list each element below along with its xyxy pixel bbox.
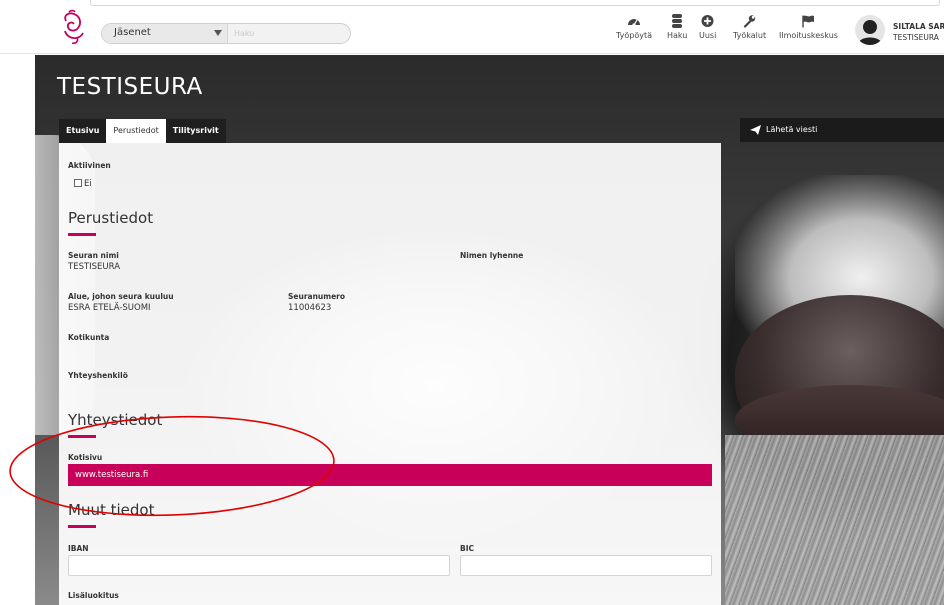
tab-tilitysrivit[interactable]: Tilitysrivit: [165, 119, 226, 143]
section-title-contact: Yhteystiedot: [68, 411, 163, 429]
search-bar: Jäsenet: [101, 23, 351, 44]
top-bar: Jäsenet Työpöytä Haku Uusi: [0, 0, 944, 54]
paper-plane-icon: [750, 125, 761, 135]
flag-icon: [802, 15, 814, 28]
avatar[interactable]: [855, 15, 885, 45]
page-title: TESTISEURA: [57, 74, 203, 100]
nav-search[interactable]: Haku: [667, 14, 687, 40]
nav-new[interactable]: Uusi: [699, 14, 716, 40]
search-scope-label: Jäsenet: [114, 27, 151, 38]
section-underline: [68, 435, 96, 438]
user-icon: [858, 20, 882, 45]
send-message-label: Lähetä viesti: [766, 125, 818, 134]
background-fur: [725, 435, 944, 605]
nav-label: Haku: [667, 31, 688, 40]
top-scroll-strip: [90, 0, 940, 6]
club-name-value: TESTISEURA: [68, 262, 121, 272]
iban-label: IBAN: [68, 544, 89, 553]
section-title-other: Muut tiedot: [68, 501, 155, 519]
abbreviation-label: Nimen lyhenne: [460, 251, 524, 260]
nav-notifications[interactable]: Ilmoituskeskus: [779, 14, 838, 40]
nav-label: Työkalut: [733, 31, 767, 40]
chevron-down-icon: [214, 30, 222, 36]
homepage-label: Kotisivu: [68, 453, 103, 462]
nav-tools[interactable]: Työkalut: [733, 14, 766, 40]
search-scope-select[interactable]: Jäsenet: [102, 24, 228, 43]
user-name[interactable]: SILTALA SARI: [893, 22, 944, 31]
tab-perustiedot[interactable]: Perustiedot: [106, 119, 166, 143]
tab-etusivu[interactable]: Etusivu: [59, 119, 107, 143]
municipality-label: Kotikunta: [68, 333, 110, 342]
bic-input[interactable]: [460, 555, 712, 576]
nav-label: Uusi: [699, 31, 717, 40]
nav-dashboard[interactable]: Työpöytä: [616, 14, 652, 40]
section-underline: [68, 525, 96, 528]
region-value: ESRA ETELÄ-SUOMI: [68, 303, 151, 313]
details-panel: Aktiivinen Ei Perustiedot Seuran nimi TE…: [59, 143, 721, 605]
club-name-label: Seuran nimi: [68, 251, 119, 260]
active-label: Aktiivinen: [68, 161, 111, 170]
extra-class-label: Lisäluokitus: [68, 591, 119, 600]
club-number-label: Seuranumero: [288, 292, 346, 301]
user-org: TESTISEURA: [893, 33, 939, 42]
contact-person-label: Yhteyshenkilö: [68, 371, 128, 380]
iban-input[interactable]: [68, 555, 450, 576]
club-number-value: 11004623: [288, 303, 332, 313]
homepage-input[interactable]: [68, 464, 712, 486]
logo-icon[interactable]: [57, 9, 89, 45]
tab-bar: Etusivu Perustiedot Tilitysrivit: [59, 119, 226, 143]
section-title-basic: Perustiedot: [68, 209, 154, 227]
bic-label: BIC: [460, 544, 475, 553]
section-underline: [68, 233, 96, 236]
database-icon: [672, 14, 683, 28]
checkbox-icon: [74, 179, 82, 187]
wrench-icon: [743, 15, 756, 28]
send-message-button[interactable]: Lähetä viesti: [740, 118, 944, 142]
region-label: Alue, johon seura kuuluu: [68, 292, 174, 301]
plus-circle-icon: [701, 15, 714, 27]
nav-label: Työpöytä: [616, 31, 653, 40]
search-input[interactable]: [230, 24, 348, 43]
active-checkbox[interactable]: Ei: [74, 179, 92, 189]
active-value: Ei: [84, 179, 92, 189]
dashboard-icon: [628, 19, 640, 27]
nav-label: Ilmoituskeskus: [779, 31, 838, 40]
